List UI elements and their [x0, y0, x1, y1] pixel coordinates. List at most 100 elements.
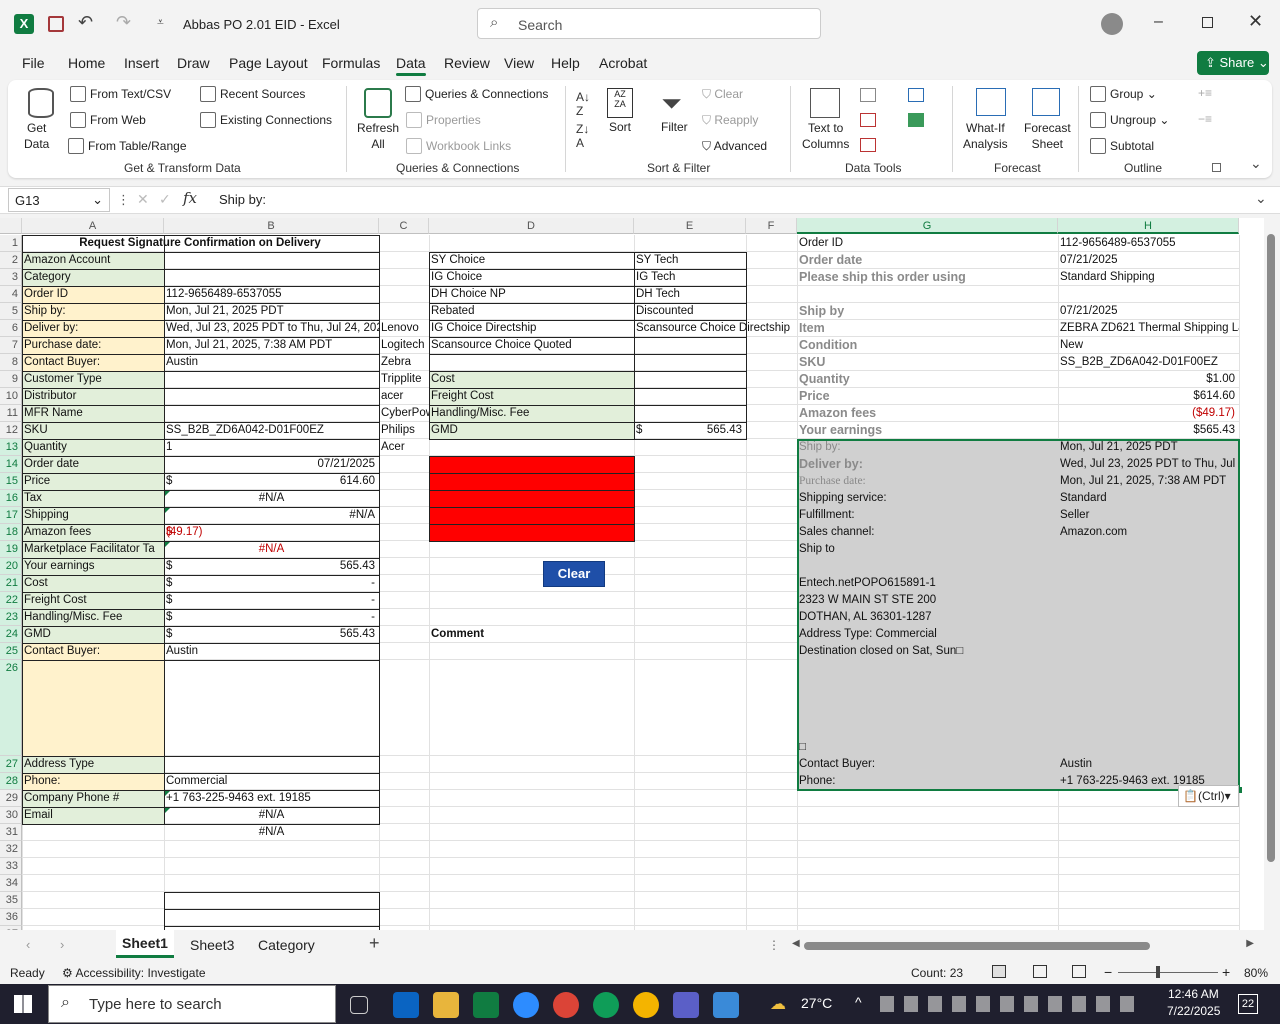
row-header[interactable]: 16 — [0, 490, 22, 507]
row-header[interactable]: 12 — [0, 422, 22, 439]
row-header[interactable]: 7 — [0, 337, 22, 354]
task-view-icon[interactable] — [350, 996, 368, 1014]
expand-formula-icon[interactable]: ⌄ — [1255, 190, 1267, 207]
row-header[interactable]: 20 — [0, 558, 22, 575]
row-header[interactable]: 17 — [0, 507, 22, 524]
row-header[interactable]: 15 — [0, 473, 22, 490]
remove-duplicates-icon[interactable] — [860, 113, 876, 127]
row-header[interactable]: 10 — [0, 388, 22, 405]
search-box[interactable]: ⌕ Search — [477, 8, 821, 39]
from-table-button[interactable]: From Table/Range — [68, 138, 187, 155]
vertical-scrollbar[interactable] — [1264, 218, 1280, 930]
zoom-out-icon[interactable]: − — [1104, 964, 1112, 980]
clock-time[interactable]: 12:46 AM — [1168, 987, 1219, 1001]
group-button[interactable]: Group ⌄ — [1090, 86, 1157, 103]
column-header-d[interactable]: D — [429, 218, 634, 234]
menu-formulas[interactable]: Formulas — [322, 55, 380, 71]
row-header[interactable]: 34 — [0, 875, 22, 892]
column-header-a[interactable]: A — [22, 218, 164, 234]
scroll-right-arrow-icon[interactable]: ▶ — [1246, 938, 1254, 949]
chrome-icon[interactable] — [553, 992, 579, 1018]
row-header[interactable]: 5 — [0, 303, 22, 320]
vertical-scroll-thumb[interactable] — [1267, 234, 1275, 862]
tab-sheet3[interactable]: Sheet3 — [190, 937, 234, 953]
row-header[interactable]: 18 — [0, 524, 22, 541]
menu-home[interactable]: Home — [68, 55, 105, 71]
column-header-h[interactable]: H — [1058, 218, 1239, 234]
error-indicator-icon[interactable] — [165, 542, 170, 547]
row-header[interactable]: 36 — [0, 909, 22, 926]
save-icon[interactable] — [48, 16, 64, 32]
paste-options-button[interactable]: 📋(Ctrl)▾ — [1178, 785, 1239, 807]
teams-icon[interactable] — [673, 992, 699, 1018]
error-indicator-icon[interactable] — [165, 808, 170, 813]
minimize-icon[interactable]: – — [1154, 13, 1163, 31]
get-data-button[interactable]: Get Data — [24, 120, 49, 152]
menu-file[interactable]: File — [22, 55, 45, 71]
column-header-c[interactable]: C — [379, 218, 429, 234]
collapse-ribbon-icon[interactable]: ⌄ — [1250, 155, 1262, 172]
consolidate-icon[interactable] — [908, 88, 924, 102]
row-header[interactable]: 26 — [0, 660, 22, 756]
zoom-slider[interactable] — [1118, 966, 1218, 978]
customize-qat-icon[interactable]: ⩡ — [157, 15, 164, 30]
tray-icons[interactable] — [880, 996, 1135, 1012]
row-header[interactable]: 8 — [0, 354, 22, 371]
dialog-launcher-icon[interactable] — [1212, 163, 1221, 172]
text-to-columns-button[interactable]: Text to Columns — [802, 120, 849, 152]
row-header[interactable]: 6 — [0, 320, 22, 337]
sort-button[interactable]: Sort — [609, 120, 631, 134]
row-header[interactable]: 3 — [0, 269, 22, 286]
chrome-profile2-icon[interactable] — [633, 992, 659, 1018]
row-header[interactable]: 27 — [0, 756, 22, 773]
ungroup-button[interactable]: Ungroup ⌄ — [1090, 112, 1169, 129]
accessibility-button[interactable]: ⚙ Accessibility: Investigate — [62, 966, 206, 980]
what-if-button[interactable]: What-If Analysis — [963, 120, 1008, 152]
error-indicator-icon[interactable] — [165, 508, 170, 513]
clear-button[interactable]: Clear — [543, 561, 605, 587]
column-header-b[interactable]: B — [164, 218, 379, 234]
tab-splitter-icon[interactable]: ⋮ — [768, 938, 780, 952]
file-explorer-icon[interactable] — [433, 992, 459, 1018]
menu-insert[interactable]: Insert — [124, 55, 159, 71]
queries-connections-button[interactable]: Queries & Connections — [405, 86, 548, 103]
row-header[interactable]: 30 — [0, 807, 22, 824]
existing-connections-button[interactable]: Existing Connections — [200, 112, 332, 129]
error-indicator-icon[interactable] — [165, 791, 170, 796]
sort-az-icon[interactable]: A↓ Z — [576, 90, 590, 118]
from-text-csv-button[interactable]: From Text/CSV — [70, 86, 171, 103]
menu-page-layout[interactable]: Page Layout — [229, 55, 308, 71]
clock-date[interactable]: 7/22/2025 — [1167, 1004, 1220, 1018]
subtotal-button[interactable]: Subtotal — [1090, 138, 1154, 155]
flash-fill-icon[interactable] — [860, 88, 876, 102]
from-web-button[interactable]: From Web — [70, 112, 146, 129]
row-header[interactable]: 11 — [0, 405, 22, 422]
row-header[interactable]: 4 — [0, 286, 22, 303]
insert-function-icon[interactable]: fx — [183, 189, 197, 207]
row-header[interactable]: 2 — [0, 252, 22, 269]
scroll-right-icon[interactable]: › — [60, 937, 64, 952]
column-header-e[interactable]: E — [634, 218, 746, 234]
recent-sources-button[interactable]: Recent Sources — [200, 86, 305, 103]
more-icon[interactable]: ⋮ — [117, 192, 130, 208]
column-header-f[interactable]: F — [746, 218, 797, 234]
menu-acrobat[interactable]: Acrobat — [599, 55, 647, 71]
menu-help[interactable]: Help — [551, 55, 580, 71]
tab-category[interactable]: Category — [258, 937, 315, 953]
advanced-button[interactable]: ⛉ Advanced — [702, 139, 767, 154]
filter-button[interactable]: Filter — [661, 120, 688, 134]
account-avatar[interactable] — [1101, 13, 1123, 35]
menu-data[interactable]: Data — [396, 55, 426, 76]
normal-view-icon[interactable] — [992, 965, 1006, 978]
horizontal-scrollbar[interactable]: ◀ ▶ — [792, 938, 1260, 954]
share-button[interactable]: ⇪ Share ⌄ — [1197, 51, 1269, 75]
row-header[interactable]: 31 — [0, 824, 22, 841]
row-header[interactable]: 29 — [0, 790, 22, 807]
formula-input[interactable]: Ship by: — [219, 192, 266, 207]
tray-chevron-icon[interactable]: ^ — [855, 994, 862, 1010]
add-sheet-icon[interactable]: + — [369, 933, 380, 954]
page-layout-view-icon[interactable] — [1033, 965, 1047, 978]
notification-icon[interactable]: 22 — [1238, 994, 1258, 1014]
data-model-icon[interactable] — [908, 113, 924, 127]
horizontal-scroll-thumb[interactable] — [804, 942, 1150, 950]
